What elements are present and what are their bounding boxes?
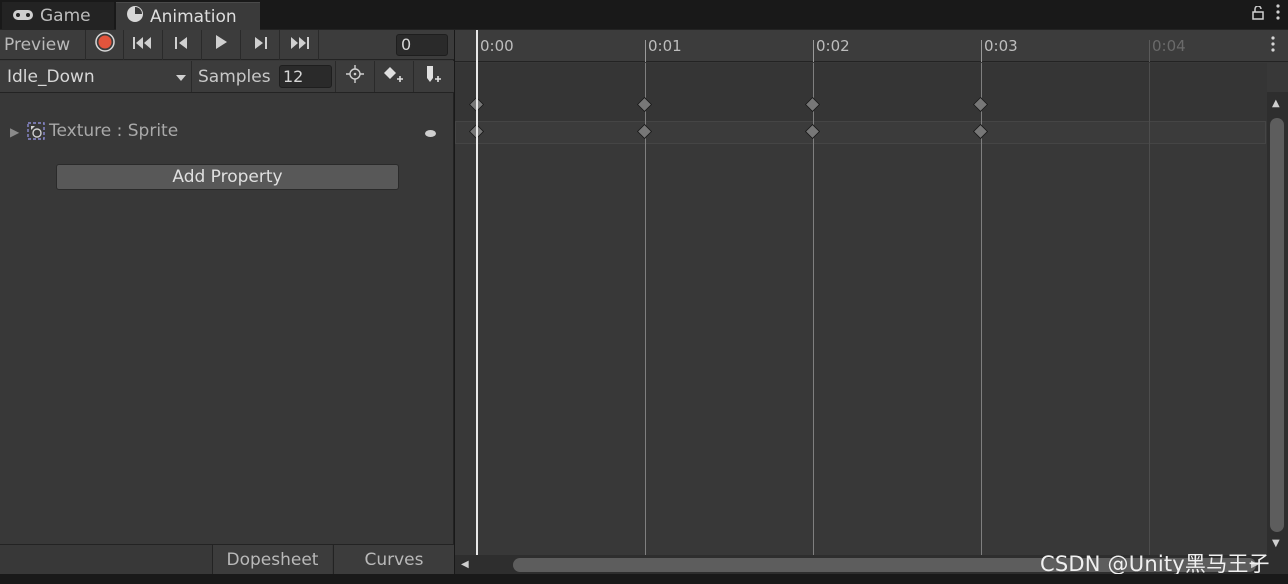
play-icon: [214, 34, 228, 55]
clip-toolbar: Idle_Down Samples 12: [0, 61, 454, 93]
window-tab-bar: Game Animation: [0, 0, 1288, 30]
vertical-scrollbar[interactable]: ▲ ▼: [1267, 92, 1288, 555]
add-property-button[interactable]: Add Property: [56, 164, 399, 190]
property-options-icon[interactable]: [425, 130, 436, 137]
add-keyframe-button[interactable]: [374, 61, 413, 92]
tab-game-label: Game: [40, 6, 91, 26]
timeline-menu-icon[interactable]: [1271, 36, 1275, 56]
samples-label: Samples: [198, 67, 271, 87]
scroll-left-icon[interactable]: ◀: [461, 559, 469, 570]
summary-track: [455, 63, 1267, 121]
scroll-down-icon[interactable]: ▼: [1272, 538, 1280, 549]
crosshair-icon: [346, 65, 364, 88]
playhead[interactable]: [476, 30, 478, 555]
sprite-renderer-icon: [27, 122, 45, 145]
property-track[interactable]: [455, 121, 1266, 144]
vertical-scroll-thumb[interactable]: [1270, 118, 1284, 532]
record-button[interactable]: [86, 29, 124, 60]
add-keyframe-icon: [382, 65, 406, 88]
clock-icon: [126, 5, 144, 28]
samples-field[interactable]: 12: [279, 65, 332, 88]
tab-dopesheet[interactable]: Dopesheet: [212, 545, 332, 575]
tab-animation[interactable]: Animation: [116, 2, 260, 30]
tab-game[interactable]: Game: [2, 2, 114, 30]
property-row[interactable]: ▶ Texture : Sprite: [0, 118, 454, 146]
record-icon: [94, 32, 115, 57]
view-mode-tabs: Dopesheet Curves: [0, 544, 454, 575]
lock-icon[interactable]: [1252, 4, 1264, 25]
dopesheet-timeline[interactable]: 0:00 0:01 0:02 0:03 0:04 ▲ ▼ ◀ ▶: [455, 30, 1288, 584]
chevron-down-icon: [175, 67, 187, 87]
first-keyframe-button[interactable]: [124, 29, 163, 60]
play-button[interactable]: [202, 29, 241, 60]
window-controls: [1252, 4, 1280, 25]
step-back-icon: [174, 35, 190, 55]
previous-keyframe-button[interactable]: [163, 29, 202, 60]
last-keyframe-button[interactable]: [280, 29, 319, 60]
scroll-up-icon[interactable]: ▲: [1272, 98, 1280, 109]
time-ruler[interactable]: [455, 30, 1288, 62]
next-keyframe-button[interactable]: [241, 29, 280, 60]
step-forward-icon: [252, 35, 268, 55]
tab-animation-label: Animation: [150, 6, 237, 27]
add-event-button[interactable]: [413, 61, 452, 92]
property-label: Texture : Sprite: [49, 121, 179, 141]
bottom-strip: [0, 574, 1288, 584]
clip-name: Idle_Down: [7, 66, 95, 87]
animation-hierarchy-panel: Preview 0 Idle_Down Samples 12 ▶ Texture…: [0, 29, 454, 584]
clip-dropdown[interactable]: Idle_Down: [0, 61, 192, 92]
skip-to-start-icon: [132, 35, 154, 55]
tab-curves[interactable]: Curves: [333, 545, 454, 575]
current-frame-field[interactable]: 0: [396, 34, 448, 56]
add-event-icon: [423, 64, 443, 89]
gamepad-icon: [12, 6, 34, 26]
filter-by-selection-button[interactable]: [335, 61, 374, 92]
playback-toolbar: Preview 0: [0, 29, 454, 60]
preview-button[interactable]: Preview: [0, 29, 86, 60]
window-menu-icon[interactable]: [1276, 4, 1280, 25]
foldout-arrow-icon[interactable]: ▶: [10, 125, 19, 139]
skip-to-end-icon: [288, 35, 310, 55]
